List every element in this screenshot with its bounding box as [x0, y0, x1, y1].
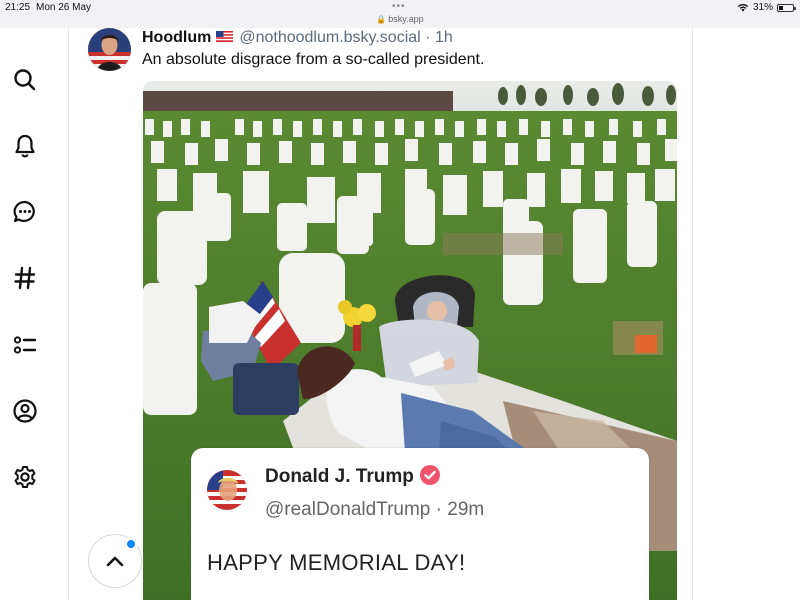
author-handle[interactable]: @nothoodlum.bsky.social [239, 29, 420, 46]
status-bar: 21:25 Mon 26 May ••• 🔒 bsky.app 31% [0, 0, 800, 28]
address-bar[interactable]: 🔒 bsky.app [0, 14, 800, 24]
quote-handle-line: @realDonaldTrump · 29m [265, 499, 484, 521]
author-name[interactable]: Hoodlum [142, 29, 211, 46]
quote-text: HAPPY MEMORIAL DAY! [207, 550, 466, 575]
nav-rail [0, 28, 68, 600]
battery-icon [777, 3, 796, 12]
chat-icon[interactable] [10, 197, 40, 227]
profile-icon[interactable] [10, 396, 40, 426]
quote-avatar [207, 470, 247, 510]
quote-handle: @realDonaldTrump [265, 499, 431, 520]
status-right: 31% [737, 2, 796, 13]
bell-icon[interactable] [10, 131, 40, 161]
post[interactable]: Hoodlum @nothoodlum.bsky.social · 1h An a… [69, 28, 692, 600]
lock-icon: 🔒 [376, 15, 387, 24]
verified-badge-icon [419, 465, 440, 485]
post-time[interactable]: 1h [435, 29, 453, 46]
new-posts-indicator [125, 538, 137, 550]
status-date: Mon 26 May [36, 2, 92, 13]
more-dots-icon[interactable]: ••• [392, 1, 406, 12]
search-icon[interactable] [10, 65, 40, 95]
post-text: An absolute disgrace from a so-called pr… [142, 51, 485, 68]
status-time: 21:25 [5, 2, 31, 13]
author-line: Hoodlum @nothoodlum.bsky.social · 1h [142, 29, 453, 47]
gear-icon[interactable] [10, 462, 40, 492]
quote-name-text: Donald J. Trump [265, 466, 414, 487]
wifi-icon [737, 3, 749, 12]
author-avatar[interactable] [88, 28, 131, 71]
quote-time: 29m [447, 499, 485, 520]
hashtag-icon[interactable] [10, 263, 40, 293]
list-icon[interactable] [10, 330, 40, 360]
feed-divider [692, 28, 693, 600]
quoted-post-card: Donald J. Trump @realDonaldTrump · 29m H… [191, 448, 649, 600]
battery-percent: 31% [752, 2, 773, 13]
url-text: bsky.app [388, 14, 424, 24]
us-flag-icon [216, 31, 234, 42]
quote-author-name: Donald J. Trump [265, 465, 440, 488]
chevron-up-icon [106, 556, 124, 567]
